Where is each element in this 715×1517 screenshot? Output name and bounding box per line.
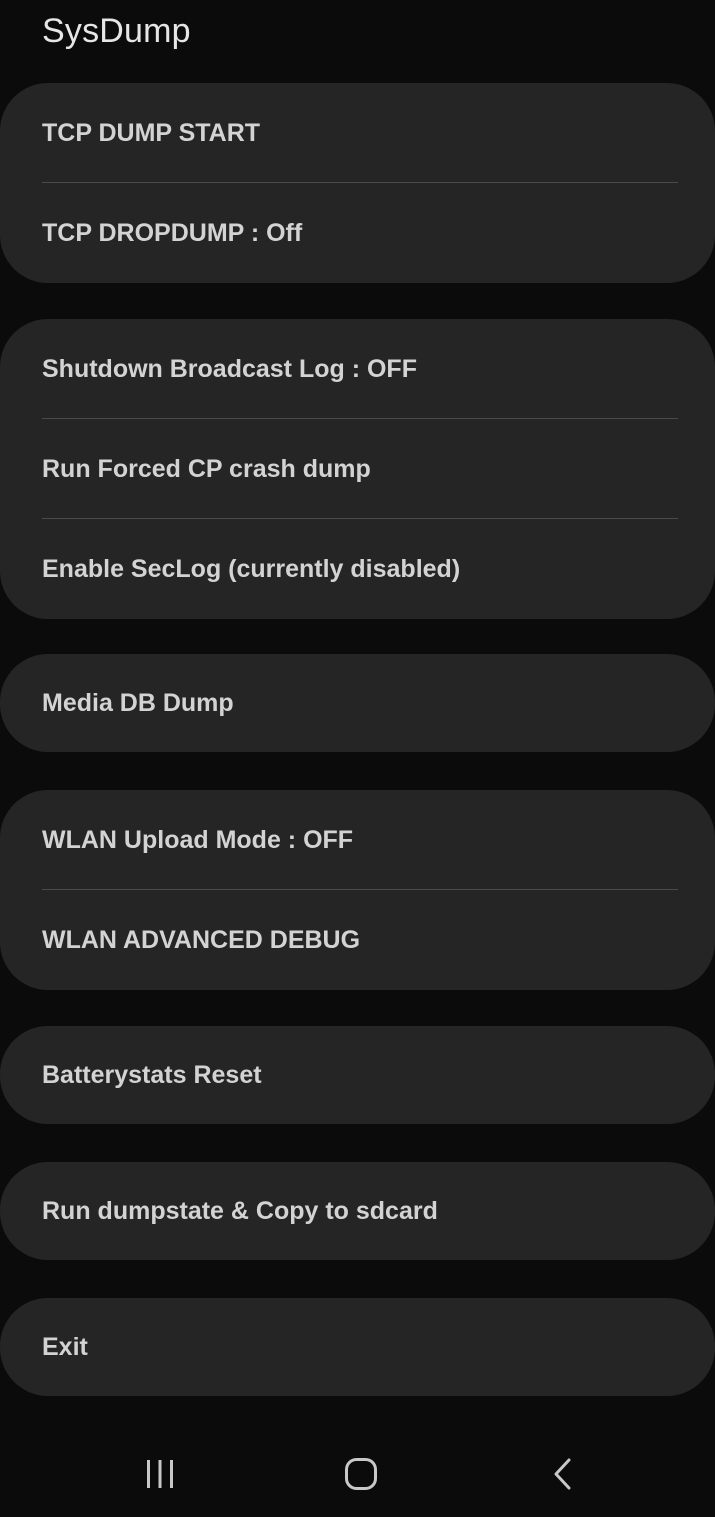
menu-item-label: TCP DROPDUMP : Off [42, 218, 303, 247]
menu-item-label: Run Forced CP crash dump [42, 454, 371, 483]
menu-item-label: Media DB Dump [42, 688, 234, 717]
menu-item-label: Batterystats Reset [42, 1060, 262, 1089]
menu-item-tcp-dropdump[interactable]: TCP DROPDUMP : Off [0, 183, 715, 283]
menu-item-exit[interactable]: Exit [0, 1298, 715, 1396]
back-button[interactable] [533, 1448, 593, 1500]
navigation-bar [0, 1430, 715, 1517]
menu-item-shutdown-broadcast-log[interactable]: Shutdown Broadcast Log : OFF [0, 319, 715, 419]
menu-item-label: WLAN Upload Mode : OFF [42, 825, 354, 854]
menu-group-tcp: TCP DUMP START TCP DROPDUMP : Off [0, 83, 715, 283]
menu-group-media: Media DB Dump [0, 654, 715, 752]
home-icon [345, 1458, 377, 1490]
menu-group-dumpstate: Run dumpstate & Copy to sdcard [0, 1162, 715, 1260]
page-title: SysDump [42, 12, 191, 50]
menu-item-enable-seclog[interactable]: Enable SecLog (currently disabled) [0, 519, 715, 619]
menu-group-wlan: WLAN Upload Mode : OFF WLAN ADVANCED DEB… [0, 790, 715, 990]
back-icon [554, 1458, 571, 1490]
menu-item-label: Enable SecLog (currently disabled) [42, 554, 461, 583]
menu-group-logs: Shutdown Broadcast Log : OFF Run Forced … [0, 319, 715, 619]
menu-item-media-db-dump[interactable]: Media DB Dump [0, 654, 715, 752]
menu-item-batterystats-reset[interactable]: Batterystats Reset [0, 1026, 715, 1124]
menu-item-label: Shutdown Broadcast Log : OFF [42, 354, 417, 383]
menu-item-wlan-advanced-debug[interactable]: WLAN ADVANCED DEBUG [0, 890, 715, 990]
recents-icon [147, 1460, 173, 1488]
menu-item-label: TCP DUMP START [42, 118, 261, 147]
menu-item-wlan-upload-mode[interactable]: WLAN Upload Mode : OFF [0, 790, 715, 890]
menu-item-label: Run dumpstate & Copy to sdcard [42, 1196, 438, 1225]
menu-group-exit: Exit [0, 1298, 715, 1396]
menu-item-label: WLAN ADVANCED DEBUG [42, 925, 361, 954]
recents-button[interactable] [130, 1448, 190, 1500]
menu-item-run-dumpstate[interactable]: Run dumpstate & Copy to sdcard [0, 1162, 715, 1260]
menu-item-label: Exit [42, 1332, 88, 1361]
menu-group-battery: Batterystats Reset [0, 1026, 715, 1124]
menu-item-forced-cp-crash-dump[interactable]: Run Forced CP crash dump [0, 419, 715, 519]
home-button[interactable] [331, 1448, 391, 1500]
menu-item-tcp-dump-start[interactable]: TCP DUMP START [0, 83, 715, 183]
